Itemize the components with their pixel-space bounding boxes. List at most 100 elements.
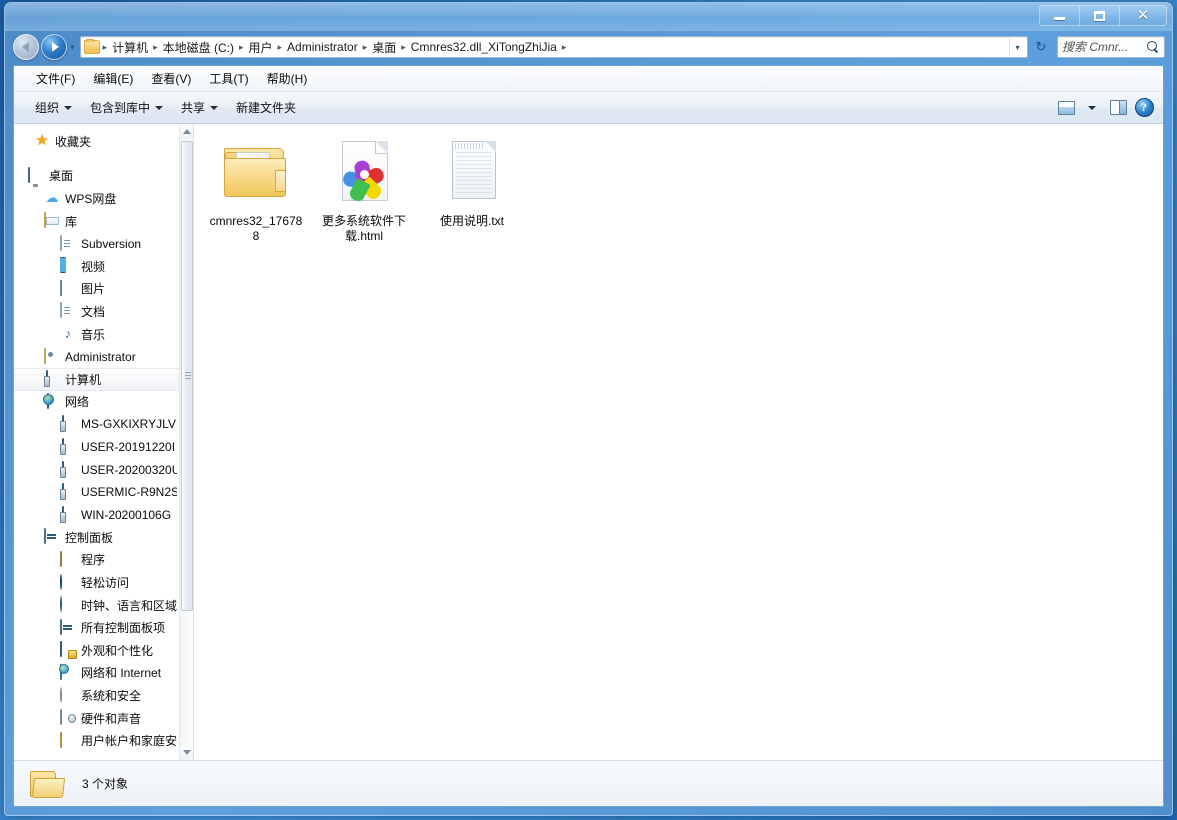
sidebar-item-network-pc-3[interactable]: USERMIC-R9N2S [14, 481, 179, 504]
star-icon: ★ [35, 132, 49, 150]
body-split: ★ 收藏夹 桌面 ☁ WPS网盘 库 Subversion 视频 图片 文档 ♪… [14, 124, 1163, 760]
title-bar[interactable]: ✕ [5, 3, 1172, 31]
sidebar-item-pictures[interactable]: 图片 [14, 278, 179, 301]
user-accounts-icon [60, 731, 76, 749]
sidebar-item-hardware-sound[interactable]: 硬件和声音 [14, 707, 179, 730]
breadcrumb-item-2[interactable]: 用户 [245, 37, 275, 58]
sidebar-item-label: Administrator [65, 349, 136, 364]
forward-button[interactable] [41, 34, 67, 60]
breadcrumb-item-4[interactable]: 桌面 [369, 37, 399, 58]
sidebar-item-favorites[interactable]: ★ 收藏夹 [14, 130, 179, 153]
sidebar-item-subversion[interactable]: Subversion [14, 232, 179, 255]
list-item[interactable]: 使用说明.txt [422, 134, 522, 246]
organize-button[interactable]: 组织 [26, 95, 81, 120]
sidebar-item-administrator[interactable]: Administrator [14, 345, 179, 368]
computer-icon [44, 370, 60, 387]
preview-pane-button[interactable] [1105, 96, 1131, 120]
breadcrumb-item-1[interactable]: 本地磁盘 (C:) [160, 37, 237, 58]
sidebar-item-wps-cloud[interactable]: ☁ WPS网盘 [14, 187, 179, 210]
menu-file[interactable]: 文件(F) [28, 67, 83, 90]
share-with-button[interactable]: 共享 [172, 95, 227, 120]
scrollbar-thumb[interactable] [181, 141, 193, 611]
hardware-sound-icon [60, 709, 76, 726]
navigation-tree: ★ 收藏夹 桌面 ☁ WPS网盘 库 Subversion 视频 图片 文档 ♪… [14, 124, 179, 760]
change-view-button[interactable] [1053, 96, 1079, 120]
address-bar[interactable]: ▸ 计算机 ▸ 本地磁盘 (C:) ▸ 用户 ▸ Administrator ▸… [79, 36, 1028, 58]
breadcrumb-separator[interactable]: ▸ [361, 42, 370, 53]
breadcrumb-separator[interactable]: ▸ [275, 42, 284, 53]
sidebar-item-desktop[interactable]: 桌面 [14, 165, 179, 188]
sidebar-item-documents[interactable]: 文档 [14, 300, 179, 323]
breadcrumb-item-3[interactable]: Administrator [284, 38, 361, 56]
maximize-button[interactable] [1080, 6, 1120, 25]
file-list[interactable]: cmnres32_176788 更多系统软件下载.html 使用说明.txt [194, 124, 1163, 760]
list-item[interactable]: cmnres32_176788 [206, 134, 306, 246]
sidebar-item-ease-of-access[interactable]: 轻松访问 [14, 571, 179, 594]
sidebar-item-videos[interactable]: 视频 [14, 255, 179, 278]
breadcrumb-item-0[interactable]: 计算机 [109, 37, 151, 58]
sidebar-item-label: USER-20200320U [81, 462, 177, 477]
folder-icon [220, 138, 292, 210]
sidebar-item-network-pc-1[interactable]: USER-20191220I [14, 436, 179, 459]
sidebar-item-user-accounts[interactable]: 用户帐户和家庭安全 [14, 729, 179, 752]
sidebar-item-label: 网络和 Internet [81, 666, 162, 681]
sidebar-item-label: Subversion [81, 236, 142, 251]
new-folder-button[interactable]: 新建文件夹 [227, 95, 305, 120]
sidebar-item-programs[interactable]: 程序 [14, 549, 179, 572]
view-options-dropdown[interactable] [1079, 96, 1105, 120]
sidebar-item-network-pc-0[interactable]: MS-GXKIXRYJLV [14, 413, 179, 436]
network-internet-icon [60, 663, 76, 681]
breadcrumb-separator[interactable]: ▸ [560, 42, 569, 53]
menu-help[interactable]: 帮助(H) [259, 67, 316, 90]
help-button[interactable]: ? [1131, 96, 1157, 120]
library-icon [44, 212, 60, 229]
search-box[interactable] [1057, 36, 1165, 58]
navigation-pane: ★ 收藏夹 桌面 ☁ WPS网盘 库 Subversion 视频 图片 文档 ♪… [14, 124, 194, 760]
minimize-button[interactable] [1040, 6, 1080, 25]
scroll-up-button[interactable] [180, 124, 193, 139]
list-item[interactable]: 更多系统软件下载.html [314, 134, 414, 246]
organize-label: 组织 [35, 101, 60, 115]
client-area: 文件(F) 编辑(E) 查看(V) 工具(T) 帮助(H) 组织 包含到库中 共… [13, 65, 1164, 807]
sidebar-item-label: 图片 [81, 282, 106, 297]
sidebar-scrollbar[interactable] [179, 124, 193, 760]
preview-pane-icon [1109, 100, 1127, 115]
history-dropdown-button[interactable]: ▾ [70, 42, 75, 53]
appearance-icon [60, 641, 76, 658]
sidebar-item-network-internet[interactable]: 网络和 Internet [14, 662, 179, 685]
sidebar-item-music[interactable]: ♪ 音乐 [14, 323, 179, 346]
search-input[interactable] [1062, 40, 1147, 54]
breadcrumb-item-5[interactable]: Cmnres32.dll_XiTongZhiJia [408, 38, 560, 56]
sidebar-item-computer[interactable]: 计算机 [14, 367, 179, 391]
breadcrumb-separator[interactable]: ▸ [237, 42, 246, 53]
sidebar-item-libraries[interactable]: 库 [14, 210, 179, 233]
sidebar-item-system-security[interactable]: 系统和安全 [14, 684, 179, 707]
chevron-down-icon [1088, 105, 1096, 110]
sidebar-item-all-control-panel-items[interactable]: 所有控制面板项 [14, 616, 179, 639]
sidebar-item-network-pc-2[interactable]: USER-20200320U [14, 458, 179, 481]
ease-of-access-icon [60, 573, 76, 591]
sidebar-item-label: 桌面 [49, 169, 74, 184]
sidebar-item-network[interactable]: 网络 [14, 391, 179, 414]
window-controls: ✕ [1039, 5, 1167, 26]
sidebar-item-clock-language[interactable]: 时钟、语言和区域 [14, 594, 179, 617]
sidebar-item-network-pc-4[interactable]: WIN-20200106G [14, 504, 179, 527]
menu-tools[interactable]: 工具(T) [201, 67, 256, 90]
chevron-down-icon[interactable]: ▾ [1009, 38, 1025, 56]
sidebar-item-appearance[interactable]: 外观和个性化 [14, 639, 179, 662]
include-in-library-button[interactable]: 包含到库中 [81, 95, 172, 120]
refresh-icon[interactable]: ↻ [1031, 36, 1051, 58]
sidebar-item-control-panel[interactable]: 控制面板 [14, 526, 179, 549]
back-button[interactable] [13, 34, 39, 60]
close-button[interactable]: ✕ [1120, 6, 1166, 25]
item-count-label: 3 个对象 [82, 777, 129, 791]
breadcrumb-separator[interactable]: ▸ [151, 42, 160, 53]
breadcrumb-separator[interactable]: ▸ [399, 42, 408, 53]
scroll-down-button[interactable] [180, 745, 193, 760]
computer-icon [60, 460, 76, 478]
menu-edit[interactable]: 编辑(E) [85, 67, 141, 90]
breadcrumb-separator[interactable]: ▸ [101, 42, 110, 53]
system-security-icon [60, 686, 76, 704]
text-file-icon [436, 138, 508, 210]
menu-view[interactable]: 查看(V) [143, 67, 199, 90]
